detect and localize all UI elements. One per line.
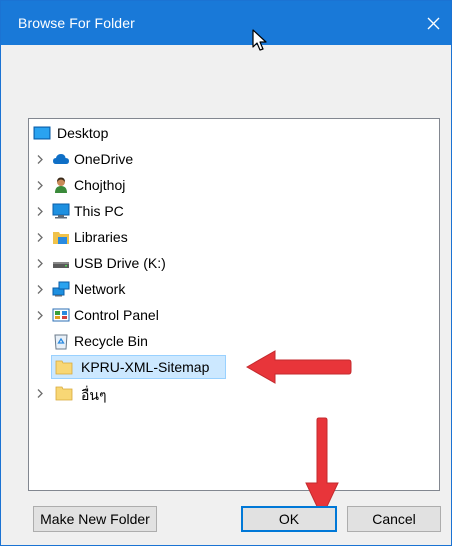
folder-icon <box>55 360 73 375</box>
tree-item-this-pc[interactable]: This PC <box>29 199 439 223</box>
cloud-icon <box>53 154 69 164</box>
expand-chevron[interactable] <box>31 173 49 197</box>
close-icon <box>427 17 440 30</box>
folder-tree[interactable]: Desktop OneDrive Chojthoj This PC Librar… <box>28 118 440 491</box>
tree-item-label: Control Panel <box>74 307 159 323</box>
ok-button[interactable]: OK <box>241 506 337 532</box>
chevron-right-icon <box>37 181 43 190</box>
expand-chevron[interactable] <box>31 147 49 171</box>
expand-chevron[interactable] <box>31 251 49 275</box>
browse-for-folder-dialog: Browse For Folder Desktop OneDrive Chojt… <box>0 0 452 546</box>
expand-chevron[interactable] <box>31 199 49 223</box>
tree-item-label: Network <box>74 281 126 297</box>
chevron-right-icon <box>37 389 43 398</box>
chevron-right-icon <box>37 259 43 268</box>
tree-item-usb-drive[interactable]: USB Drive (K:) <box>29 251 439 275</box>
tree-item-desktop[interactable]: Desktop <box>29 121 439 145</box>
chevron-right-icon <box>37 155 43 164</box>
user-icon <box>55 177 67 193</box>
title-bar[interactable]: Browse For Folder <box>1 1 451 45</box>
recycle-bin-icon <box>54 334 68 350</box>
chevron-right-icon <box>37 285 43 294</box>
usb-drive-icon <box>53 262 69 268</box>
tree-item-other[interactable]: อื่นๆ <box>29 381 439 405</box>
expand-chevron[interactable] <box>31 303 49 327</box>
expand-chevron[interactable] <box>31 277 49 301</box>
tree-item-libraries[interactable]: Libraries <box>29 225 439 249</box>
dialog-title: Browse For Folder <box>18 15 135 31</box>
folder-icon <box>55 386 73 401</box>
tree-item-label: Desktop <box>57 125 109 141</box>
make-new-folder-button[interactable]: Make New Folder <box>33 506 157 532</box>
computer-icon <box>52 203 70 219</box>
control-panel-icon <box>52 308 70 322</box>
tree-item-label: USB Drive (K:) <box>74 255 166 271</box>
close-button[interactable] <box>421 1 451 45</box>
desktop-icon <box>33 126 51 140</box>
tree-item-network[interactable]: Network <box>29 277 439 301</box>
tree-item-control-panel[interactable]: Control Panel <box>29 303 439 327</box>
tree-item-label: Libraries <box>74 229 128 245</box>
tree-item-label: Recycle Bin <box>74 333 148 349</box>
tree-item-recycle-bin[interactable]: Recycle Bin <box>29 329 439 353</box>
tree-item-label: อื่นๆ <box>81 387 107 403</box>
chevron-right-icon <box>37 311 43 320</box>
expand-chevron[interactable] <box>31 381 49 405</box>
tree-item-chojthoj[interactable]: Chojthoj <box>29 173 439 197</box>
tree-item-label: Chojthoj <box>74 177 126 193</box>
tree-item-label: OneDrive <box>74 151 134 167</box>
tree-item-onedrive[interactable]: OneDrive <box>29 147 439 171</box>
chevron-right-icon <box>37 233 43 242</box>
libraries-icon <box>53 232 69 244</box>
mouse-pointer-icon <box>252 29 267 51</box>
chevron-right-icon <box>37 207 43 216</box>
expand-chevron[interactable] <box>31 225 49 249</box>
cancel-button[interactable]: Cancel <box>347 506 441 532</box>
tree-item-label: This PC <box>74 203 124 219</box>
tree-item-kpru-xml-sitemap[interactable]: KPRU-XML-Sitemap <box>29 355 439 379</box>
tree-item-label: KPRU-XML-Sitemap <box>81 359 210 375</box>
network-icon <box>52 281 70 297</box>
